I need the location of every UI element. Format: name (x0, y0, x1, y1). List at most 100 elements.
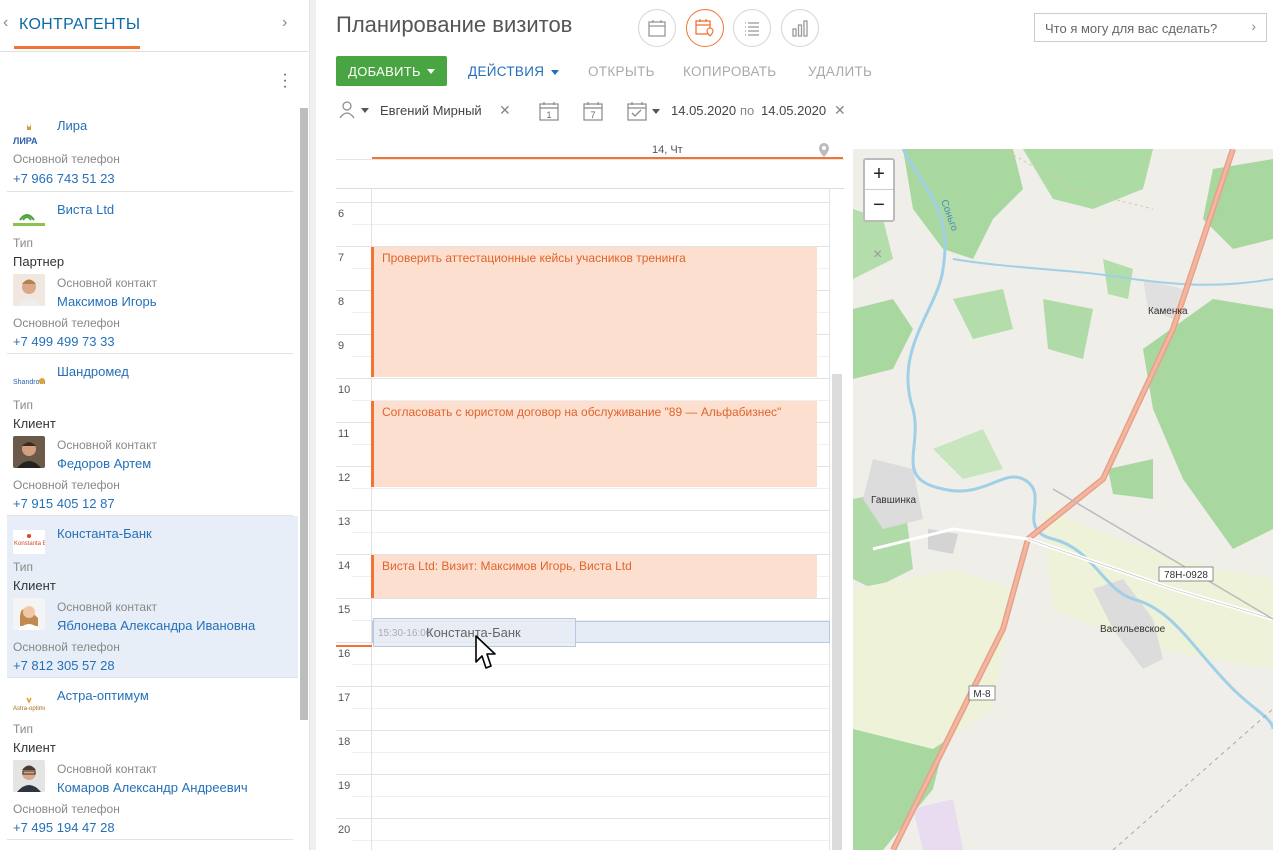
dragged-item-time: 15:30-16:00 (378, 628, 432, 639)
type-value: Партнер (13, 254, 65, 269)
company-name[interactable]: Шандромед (57, 364, 129, 379)
mouse-cursor-icon (475, 635, 496, 669)
activity-event[interactable]: Виста Ltd: Визит: Максимов Игорь, Виста … (371, 555, 817, 598)
list-item-selected[interactable]: Konstanta Bank Константа-Банк Тип Клиент… (7, 516, 298, 678)
hour-divider (336, 818, 830, 819)
contact-link[interactable]: Комаров Александр Андреевич (57, 780, 248, 795)
half-hour-divider (352, 532, 830, 533)
phone-link[interactable]: +7 915 405 12 87 (13, 496, 115, 511)
phone-label: Основной телефон (13, 152, 120, 166)
hour-label: 14 (338, 560, 351, 572)
week-view-button[interactable]: 7 (582, 100, 604, 125)
view-calendar-button[interactable] (638, 9, 676, 47)
open-button[interactable]: ОТКРЫТЬ (588, 64, 655, 79)
map-canvas: Соньго Каменка Гавшинка Васильевское М-8… (853, 149, 1273, 850)
hour-label: 13 (338, 516, 351, 528)
zoom-out-button[interactable]: − (865, 190, 893, 220)
phone-link[interactable]: +7 812 305 57 28 (13, 658, 115, 673)
hour-row[interactable]: 6 (336, 202, 830, 246)
chevron-right-icon[interactable]: › (1251, 18, 1256, 34)
activity-title: Виста Ltd: Визит: Максимов Игорь, Виста … (382, 559, 632, 573)
company-logo: Shandromed (13, 368, 53, 390)
clear-owner-icon[interactable]: ✕ (499, 102, 511, 119)
hour-label: 9 (338, 340, 345, 352)
map-close-icon[interactable]: × (873, 246, 882, 264)
today-underline (372, 157, 843, 159)
chevron-left-icon[interactable]: ‹ (3, 14, 8, 32)
activity-title: Проверить аттестационные кейсы учасников… (382, 251, 686, 265)
period-filter-button[interactable] (626, 100, 662, 125)
company-name[interactable]: Виста Ltd (57, 202, 114, 217)
phone-link[interactable]: +7 966 743 51 23 (13, 171, 115, 186)
road-label: 78Н-0928 (1164, 570, 1208, 581)
svg-text:ЛИРА: ЛИРА (13, 136, 38, 146)
activity-event[interactable]: Согласовать с юристом договор на обслужи… (371, 401, 817, 487)
zoom-in-button[interactable]: + (865, 160, 893, 190)
hour-label: 16 (338, 648, 351, 660)
hour-divider (336, 202, 830, 203)
actions-button[interactable]: ДЕЙСТВИЯ (468, 64, 560, 79)
hour-label: 17 (338, 692, 351, 704)
copy-button[interactable]: КОПИРОВАТЬ (683, 64, 776, 79)
panel-splitter[interactable] (310, 0, 316, 850)
phone-link[interactable]: +7 495 194 47 28 (13, 820, 115, 835)
all-day-divider (336, 188, 844, 189)
caret-down-icon (426, 68, 435, 74)
contact-link[interactable]: Федоров Артем (57, 456, 151, 471)
svg-text:1: 1 (546, 110, 551, 120)
phone-link[interactable]: +7 499 499 73 33 (13, 334, 115, 349)
activity-event[interactable]: Проверить аттестационные кейсы учасников… (371, 247, 817, 377)
more-options-icon[interactable]: · · · (280, 67, 290, 95)
company-logo: ЛИРА (13, 122, 45, 146)
hour-row[interactable]: 20 (336, 818, 830, 850)
hour-row[interactable]: 18 (336, 730, 830, 774)
panel-title[interactable]: КОНТРАГЕНТЫ (19, 16, 140, 34)
list-item[interactable]: Shandromed Шандромед Тип Клиент Основной… (7, 354, 293, 516)
company-name[interactable]: Лира (57, 118, 87, 133)
clear-period-icon[interactable]: ✕ (834, 102, 846, 119)
contact-link[interactable]: Максимов Игорь (57, 294, 157, 309)
day-view-button[interactable]: 1 (538, 100, 560, 125)
calendar-icon (648, 20, 666, 37)
active-tab-underline (14, 46, 140, 49)
company-name[interactable]: Константа-Банк (57, 526, 152, 541)
date-to[interactable]: 14.05.2020 (761, 103, 826, 118)
place-label: Каменка (1148, 306, 1188, 317)
view-map-button[interactable] (686, 9, 724, 47)
hour-label: 11 (338, 428, 350, 440)
map-pin-icon[interactable] (817, 142, 831, 161)
company-name[interactable]: Астра-оптимум (57, 688, 149, 703)
actions-label: ДЕЙСТВИЯ (468, 64, 545, 79)
page-title: Планирование визитов (336, 12, 573, 37)
command-line-input[interactable]: Что я могу для вас сделать? › (1034, 13, 1267, 42)
activity-title: Согласовать с юристом договор на обслужи… (382, 405, 782, 419)
day-schedule: 6 7 8 9 10 11 12 13 14 15 16 17 18 19 20 Проверить атт… (336, 140, 844, 850)
contact-label: Основной контакт (57, 762, 157, 776)
view-list-button[interactable] (733, 9, 771, 47)
schedule-scrollbar[interactable] (832, 374, 842, 850)
type-label: Тип (13, 398, 34, 412)
hour-row[interactable]: 16 (336, 642, 830, 686)
bar-chart-icon (792, 20, 808, 37)
view-analytics-button[interactable] (781, 9, 819, 47)
half-hour-divider (352, 752, 830, 753)
chevron-right-icon[interactable]: › (282, 14, 287, 32)
contact-link[interactable]: Яблонева Александра Ивановна (57, 618, 255, 633)
hour-row[interactable]: 17 (336, 686, 830, 730)
hour-divider (336, 598, 830, 599)
map-view[interactable]: Соньго Каменка Гавшинка Васильевское М-8… (853, 149, 1273, 850)
hour-label: 8 (338, 296, 345, 308)
date-from[interactable]: 14.05.2020 (671, 103, 736, 118)
hour-row[interactable]: 13 (336, 510, 830, 554)
list-item[interactable]: Astra-optimum Астра-оптимум Тип Клиент О… (7, 678, 293, 840)
contractors-panel: ‹ КОНТРАГЕНТЫ › · · · ЛИРА Лира Основной т… (0, 0, 310, 850)
owner-filter[interactable] (338, 100, 370, 122)
hour-label: 6 (338, 208, 345, 220)
list-item[interactable]: Виста Ltd Тип Партнер Основной контакт М… (7, 192, 293, 354)
list-item[interactable]: ЛИРА Лира Основной телефон +7 966 743 51… (7, 108, 293, 192)
delete-button[interactable]: УДАЛИТЬ (808, 64, 872, 79)
phone-label: Основной телефон (13, 640, 120, 654)
hour-row[interactable]: 19 (336, 774, 830, 818)
list-scrollbar[interactable] (300, 108, 308, 720)
add-button[interactable]: ДОБАВИТЬ (336, 56, 447, 86)
